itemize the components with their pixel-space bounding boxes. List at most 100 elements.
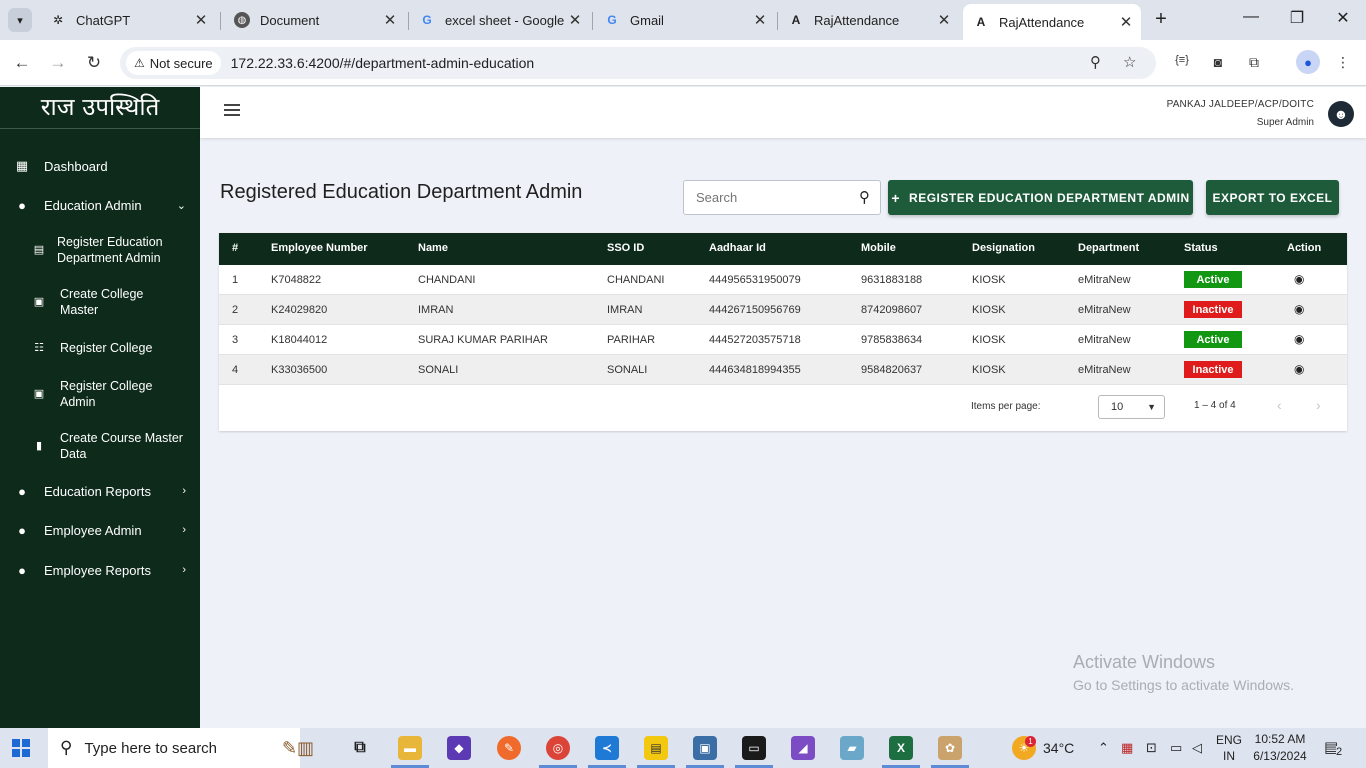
tray-device-icon[interactable]: ⊡ (1146, 740, 1157, 756)
language-indicator[interactable]: ENG IN (1216, 732, 1242, 764)
zoom-icon[interactable]: ⚲ (1090, 53, 1101, 71)
profile-avatar-icon[interactable]: ● (1296, 50, 1320, 74)
forward-icon[interactable]: → (47, 52, 69, 74)
tab-gmail[interactable]: G Gmail ✕ (594, 6, 775, 34)
minimize-icon[interactable]: — (1236, 8, 1266, 26)
previous-page-icon[interactable]: ‹ (1277, 397, 1282, 413)
search-icon[interactable]: ⚲ (859, 188, 870, 206)
new-tab-button[interactable]: + (1150, 8, 1172, 30)
tab-search-button[interactable]: ▾ (8, 8, 32, 32)
tab-excel-sheet[interactable]: G excel sheet - Google ✕ (409, 6, 590, 34)
file-explorer-icon[interactable]: ▬ (398, 736, 422, 760)
paint-palette-icon[interactable]: ✿ (938, 736, 962, 760)
reload-icon[interactable]: ↻ (83, 52, 105, 74)
app-brand: राज उपस्थिति (0, 87, 200, 129)
taskbar-search-box[interactable]: ⚲ Type here to search (48, 728, 300, 768)
sidebar-item-employee-reports[interactable]: ● Employee Reports › (0, 561, 200, 579)
sidebar-item-education-reports[interactable]: ● Education Reports › (0, 482, 200, 500)
windows-start-icon[interactable] (12, 739, 30, 757)
system-clock[interactable]: 10:52 AM 6/13/2024 (1252, 731, 1308, 765)
status-badge: Active (1184, 271, 1242, 288)
close-icon[interactable]: ✕ (192, 11, 210, 29)
google-icon: G (422, 13, 432, 27)
close-icon[interactable]: ✕ (566, 11, 584, 29)
admin-table: # Employee Number Name SSO ID Aadhaar Id… (219, 233, 1347, 431)
close-icon[interactable]: ✕ (935, 11, 953, 29)
tray-app-icon[interactable]: ▦ (1121, 740, 1133, 756)
tab-document[interactable]: ◍ Document ✕ (224, 6, 405, 34)
kebab-menu-icon[interactable]: ⋮ (1333, 54, 1353, 71)
notification-count: 2 (1336, 746, 1343, 758)
browser-toolbar: ← → ↻ ⚠ Not secure 172.22.33.6:4200/#/de… (0, 40, 1366, 86)
weather-temperature[interactable]: 34°C (1043, 740, 1074, 756)
tab-rajattendance-active[interactable]: A RajAttendance ✕ (963, 4, 1141, 40)
close-icon[interactable]: ✕ (1117, 13, 1135, 31)
sidebar-subitem-register-education-admin[interactable]: ▤ Register Education Department Admin (0, 233, 200, 267)
table-header: # Employee Number Name SSO ID Aadhaar Id… (219, 233, 1347, 265)
close-icon[interactable]: ✕ (381, 11, 399, 29)
user-avatar-icon[interactable]: ☻ (1328, 101, 1354, 127)
column-header: Department (1078, 242, 1140, 254)
storage-app-icon[interactable]: ▰ (840, 736, 864, 760)
camera-icon[interactable]: ◙ (1208, 54, 1228, 70)
task-view-icon[interactable]: ⧉ (348, 736, 372, 760)
status-badge: Inactive (1184, 361, 1242, 378)
page-title: Registered Education Department Admin (220, 181, 583, 203)
hamburger-menu-icon[interactable] (224, 104, 240, 119)
page-size-select[interactable]: 10 ▼ (1098, 395, 1165, 419)
view-eye-icon[interactable]: ◉ (1294, 332, 1304, 346)
search-field[interactable]: ⚲ (683, 180, 881, 215)
column-header: Action (1287, 242, 1322, 254)
bookmark-star-icon[interactable]: ☆ (1123, 53, 1136, 71)
table-row: 3 K18044012 SURAJ KUMAR PARIHAR PARIHAR … (219, 325, 1347, 355)
sidebar-subitem-create-course-master[interactable]: ▮ Create Course Master Data (0, 429, 200, 463)
url-text[interactable]: 172.22.33.6:4200/#/department-admin-educ… (231, 55, 535, 71)
tab-rajattendance-1[interactable]: A RajAttendance ✕ (778, 6, 959, 34)
view-eye-icon[interactable]: ◉ (1294, 362, 1304, 376)
sidebar-subitem-register-college-admin[interactable]: ▣ Register College Admin (0, 377, 200, 411)
excel-icon[interactable]: X (889, 736, 913, 760)
column-header: Name (418, 242, 448, 254)
chatgpt-icon: ✲ (52, 13, 64, 27)
vscode-icon[interactable]: ≺ (595, 736, 619, 760)
column-header: Aadhaar Id (709, 242, 766, 254)
address-bar[interactable]: ⚠ Not secure 172.22.33.6:4200/#/departme… (120, 47, 1156, 79)
export-to-excel-button[interactable]: EXPORT TO EXCEL (1206, 180, 1339, 215)
next-page-icon[interactable]: › (1316, 397, 1321, 413)
chevron-right-icon: › (182, 524, 186, 536)
draw-app-icon[interactable]: ✎ (497, 736, 521, 760)
items-per-page-label: Items per page: (971, 401, 1041, 412)
person-icon: ● (18, 562, 26, 578)
speaker-muted-icon[interactable]: ◁ (1192, 740, 1202, 756)
security-indicator[interactable]: ⚠ Not secure (126, 51, 221, 75)
taskbar-banner-books-icon: ✎▥ (281, 737, 315, 758)
tab-chatgpt[interactable]: ✲ ChatGPT ✕ (40, 6, 216, 34)
column-header: # (232, 242, 239, 254)
visual-studio-icon[interactable]: ◢ (791, 736, 815, 760)
back-icon[interactable]: ← (11, 52, 33, 74)
search-input[interactable] (684, 181, 844, 214)
extensions-puzzle-icon[interactable]: ⧉ (1244, 54, 1264, 71)
person-icon: ● (18, 197, 26, 213)
terminal-icon[interactable]: ▭ (742, 736, 766, 760)
extension-json-icon[interactable]: {≡} (1172, 54, 1192, 66)
chevron-up-icon[interactable]: ⌃ (1098, 740, 1109, 756)
network-app-icon[interactable]: ▣ (693, 736, 717, 760)
close-icon[interactable]: ✕ (751, 11, 769, 29)
sidebar-item-employee-admin[interactable]: ● Employee Admin › (0, 521, 200, 539)
sidebar-item-education-admin[interactable]: ● Education Admin ⌄ (0, 196, 200, 214)
network-icon[interactable]: ▭ (1170, 740, 1182, 756)
plus-icon: + (891, 189, 901, 206)
register-education-admin-button[interactable]: + REGISTER EDUCATION DEPARTMENT ADMIN (888, 180, 1193, 215)
view-eye-icon[interactable]: ◉ (1294, 272, 1304, 286)
status-badge: Inactive (1184, 301, 1242, 318)
sidebar-item-dashboard[interactable]: ▦ Dashboard (0, 157, 200, 175)
restore-icon[interactable]: ❐ (1282, 8, 1312, 28)
view-eye-icon[interactable]: ◉ (1294, 302, 1304, 316)
chrome-icon[interactable]: ◎ (546, 736, 570, 760)
sidebar-subitem-create-college-master[interactable]: ▣ Create College Master (0, 285, 200, 319)
window-close-icon[interactable]: ✕ (1328, 8, 1358, 28)
paint-app-icon[interactable]: ◆ (447, 736, 471, 760)
sidebar-subitem-register-college[interactable]: ☷ Register College (0, 339, 200, 357)
sticky-notes-icon[interactable]: ▤ (644, 736, 668, 760)
